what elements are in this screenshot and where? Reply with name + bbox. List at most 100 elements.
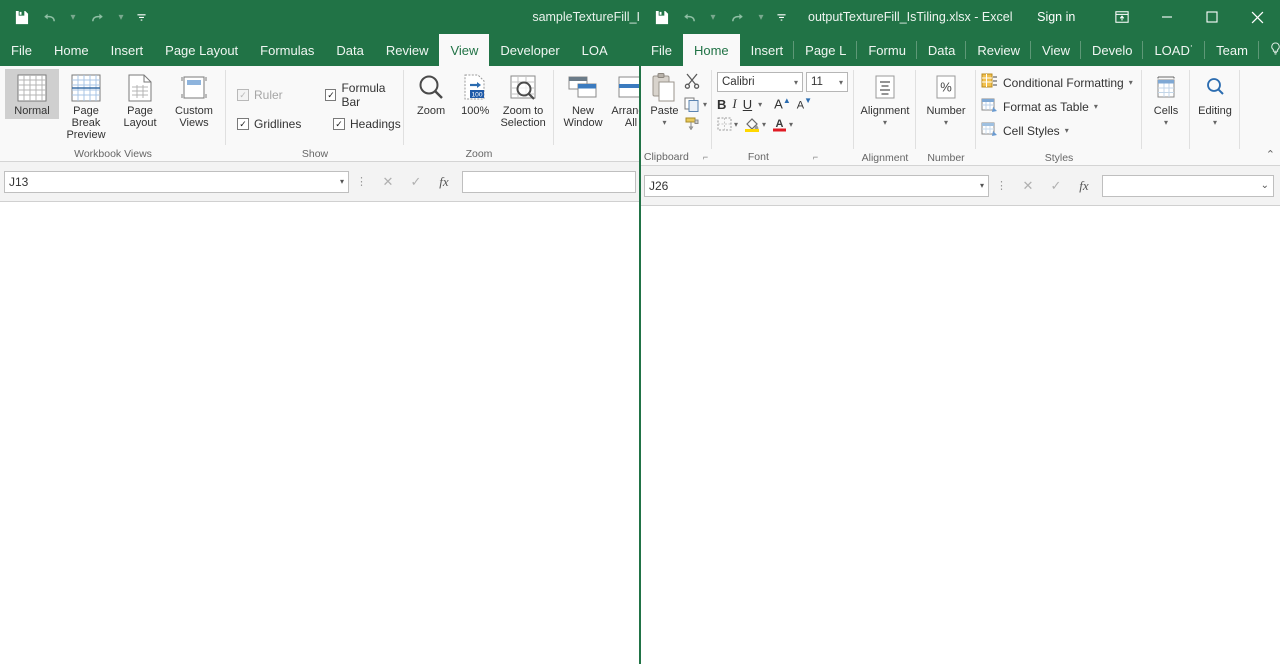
shrink-font-button[interactable]: A▼ [797, 96, 812, 111]
number-button[interactable]: % Number ▾ [921, 69, 971, 131]
grow-font-button[interactable]: A▲ [774, 96, 791, 111]
checkbox-formula-bar[interactable]: ✓ Formula Bar [325, 81, 400, 109]
redo-icon[interactable] [84, 5, 110, 29]
collapse-ribbon-icon[interactable]: ⌃ [1266, 148, 1275, 161]
customize-quick-access-toolbar-icon[interactable] [132, 5, 150, 29]
customize-quick-access-toolbar-icon[interactable] [772, 5, 790, 29]
conditional-formatting-button[interactable]: Conditional Formatting ▾ [981, 73, 1133, 92]
paste-dropdown-icon[interactable]: ▾ [662, 117, 666, 129]
alignment-button[interactable]: Alignment ▾ [859, 69, 911, 131]
tab-file[interactable]: File [0, 34, 43, 66]
zoom-button[interactable]: Zoom [409, 69, 453, 119]
chevron-down-icon[interactable]: ▾ [1094, 102, 1098, 111]
tab-load[interactable]: LOAD˙ [1143, 34, 1205, 66]
paste-button[interactable]: Paste ▾ [645, 69, 684, 131]
insert-function-icon[interactable]: fx [1070, 175, 1098, 197]
undo-icon[interactable] [36, 5, 62, 29]
tab-insert[interactable]: Insert [740, 34, 795, 66]
tab-view[interactable]: View [439, 34, 489, 66]
formula-input[interactable] [462, 171, 636, 193]
font-family-combobox[interactable]: Calibri ▾ [717, 72, 803, 92]
undo-dropdown-icon[interactable]: ▾ [704, 5, 722, 29]
format-as-table-button[interactable]: Format as Table ▾ [981, 97, 1098, 116]
tab-page-layout[interactable]: Page Layout [154, 34, 249, 66]
chevron-down-icon[interactable]: ▾ [980, 181, 984, 190]
chevron-down-icon[interactable]: ▾ [794, 78, 798, 87]
chevron-down-icon[interactable]: ▾ [340, 177, 344, 186]
number-dropdown-icon[interactable]: ▾ [944, 117, 948, 129]
tab-file[interactable]: File [640, 34, 683, 66]
cells-dropdown-icon[interactable]: ▾ [1164, 117, 1168, 129]
page-break-preview-button[interactable]: Page Break Preview [59, 69, 113, 143]
cut-scissors-icon[interactable] [684, 73, 707, 94]
bold-button[interactable]: B [717, 97, 726, 112]
underline-dropdown-icon[interactable]: ▾ [758, 100, 762, 109]
editing-button[interactable]: Editing ▾ [1195, 69, 1235, 131]
tab-review[interactable]: Review [966, 34, 1031, 66]
ribbon-display-options-icon[interactable] [1100, 0, 1145, 34]
confirm-icon[interactable]: ✓ [402, 171, 430, 193]
underline-button[interactable]: U [743, 97, 752, 112]
save-icon[interactable] [648, 5, 674, 29]
confirm-icon[interactable]: ✓ [1042, 175, 1070, 197]
tab-page-layout[interactable]: Page L [794, 34, 857, 66]
maximize-icon[interactable] [1190, 0, 1235, 34]
tab-team[interactable]: Team [1205, 34, 1259, 66]
borders-icon[interactable]: ▾ [717, 117, 738, 131]
tell-me-box[interactable]: Tell me [1259, 34, 1280, 66]
save-icon[interactable] [8, 5, 34, 29]
tab-formulas[interactable]: Formulas [249, 34, 325, 66]
zoom-to-selection-button[interactable]: Zoom to Selection [497, 69, 549, 131]
cell-styles-button[interactable]: Cell Styles ▾ [981, 121, 1069, 140]
chevron-down-icon[interactable]: ▾ [839, 78, 843, 87]
minimize-icon[interactable] [1145, 0, 1190, 34]
cancel-icon[interactable]: ✕ [1014, 175, 1042, 197]
name-box[interactable]: J26 ▾ [644, 175, 989, 197]
format-painter-icon[interactable] [684, 115, 707, 135]
formula-bar-grip[interactable]: ⋮ [353, 175, 370, 188]
tab-review[interactable]: Review [375, 34, 440, 66]
undo-dropdown-icon[interactable]: ▾ [64, 5, 82, 29]
cancel-icon[interactable]: ✕ [374, 171, 402, 193]
cells-button[interactable]: Cells ▾ [1147, 69, 1185, 131]
redo-dropdown-icon[interactable]: ▾ [752, 5, 770, 29]
tab-data[interactable]: Data [917, 34, 966, 66]
normal-view-button[interactable]: Normal [5, 69, 59, 119]
redo-dropdown-icon[interactable]: ▾ [112, 5, 130, 29]
tab-formulas[interactable]: Formu [857, 34, 917, 66]
tab-loa[interactable]: LOA [571, 34, 619, 66]
copy-icon[interactable]: ▾ [684, 97, 707, 112]
sign-in-button[interactable]: Sign in [1023, 10, 1089, 24]
fill-color-icon[interactable]: ▾ [744, 116, 766, 132]
italic-button[interactable]: I [732, 96, 736, 112]
right-quick-access-toolbar[interactable]: ▾ ▾ [640, 5, 790, 29]
checkbox-ruler[interactable]: ✓ Ruler [237, 81, 309, 109]
dialog-launcher-icon[interactable]: ⌐ [813, 150, 818, 164]
expand-formula-bar-icon[interactable]: ⌄ [1261, 180, 1269, 191]
dialog-launcher-icon[interactable]: ⌐ [703, 150, 708, 164]
alignment-dropdown-icon[interactable]: ▾ [883, 117, 887, 129]
page-layout-button[interactable]: Page Layout [113, 69, 167, 131]
redo-icon[interactable] [724, 5, 750, 29]
tab-home[interactable]: Home [683, 34, 740, 66]
tab-developer[interactable]: Developer [489, 34, 570, 66]
font-color-icon[interactable]: A ▾ [772, 116, 793, 132]
custom-views-button[interactable]: Custom Views [167, 69, 221, 131]
formula-bar-grip[interactable]: ⋮ [993, 179, 1010, 192]
editing-dropdown-icon[interactable]: ▾ [1213, 117, 1217, 129]
left-quick-access-toolbar[interactable]: ▾ ▾ [0, 5, 150, 29]
close-icon[interactable] [1235, 0, 1280, 34]
checkbox-headings[interactable]: ✓ Headings [333, 117, 401, 131]
tab-home[interactable]: Home [43, 34, 100, 66]
insert-function-icon[interactable]: fx [430, 171, 458, 193]
zoom-100-button[interactable]: 100 100% [453, 69, 497, 119]
tab-data[interactable]: Data [325, 34, 374, 66]
font-size-combobox[interactable]: 11 ▾ [806, 72, 848, 92]
chevron-down-icon[interactable]: ▾ [1065, 126, 1069, 135]
tab-view[interactable]: View [1031, 34, 1081, 66]
formula-input[interactable]: ⌄ [1102, 175, 1274, 197]
tab-developer[interactable]: Develo [1081, 34, 1143, 66]
checkbox-gridlines[interactable]: ✓ Gridlines [237, 117, 317, 131]
tab-insert[interactable]: Insert [100, 34, 155, 66]
arrange-all-button[interactable]: Arrange All [607, 69, 640, 131]
